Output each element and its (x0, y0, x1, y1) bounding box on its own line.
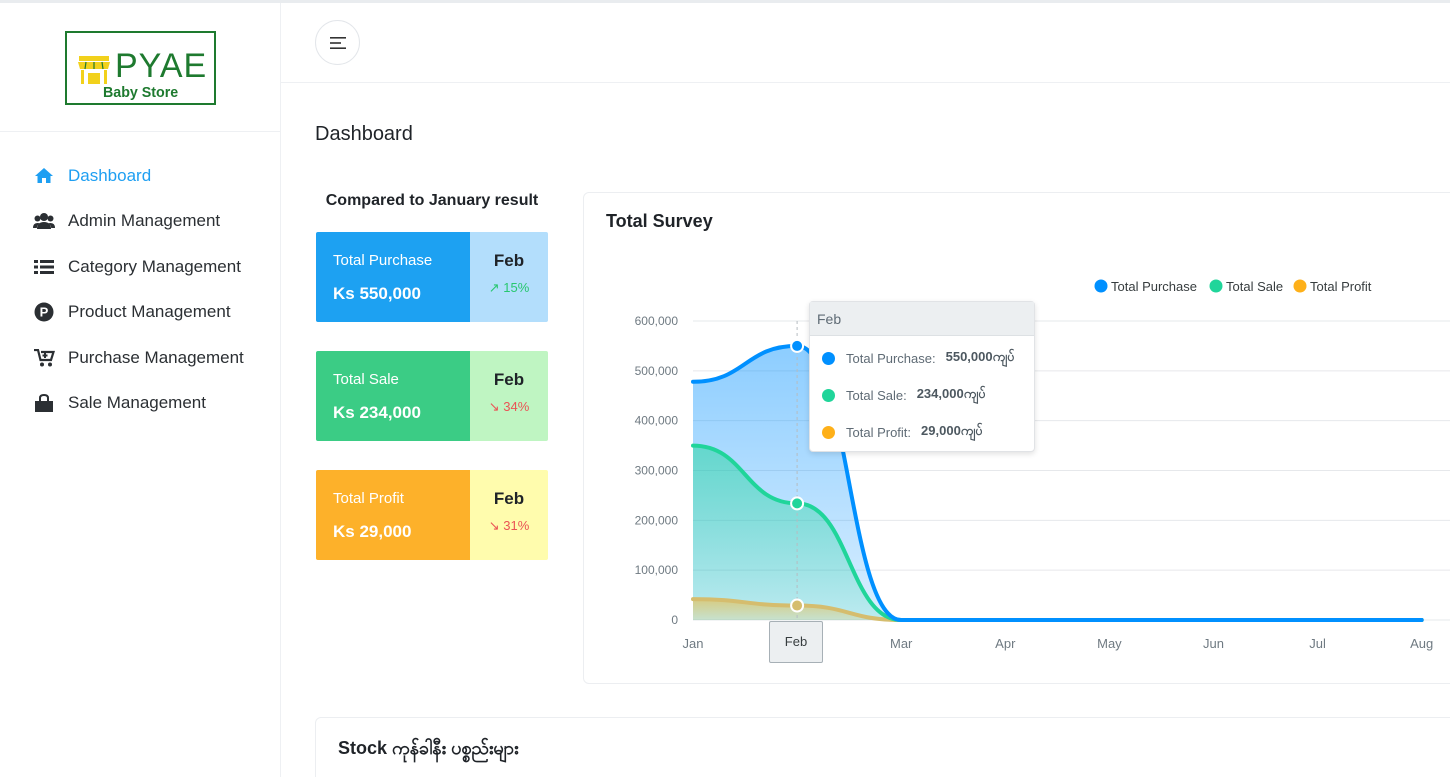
data-point-marker (790, 496, 805, 511)
stat-month: Feb (493, 251, 525, 270)
stat-card-main: Total Profit Ks 29,000 (316, 470, 470, 560)
legend-marker (1293, 279, 1307, 293)
product-p-icon: P (33, 302, 55, 322)
stat-change-value: 15% (503, 280, 530, 295)
arrow-up-right-icon: ↗ (488, 280, 500, 295)
x-tick-label: Apr (995, 636, 1016, 651)
data-point-marker (790, 338, 805, 353)
stat-card-total-purchase[interactable]: Total Purchase Ks 550,000 Feb ↗ 15% (316, 232, 548, 322)
stat-name: Total Purchase (333, 252, 433, 269)
y-tick-label: 200,000 (635, 513, 679, 527)
stat-card-main: Total Purchase Ks 550,000 (316, 232, 470, 322)
tooltip-row: Total Sale: 234,000ကျပ် (822, 386, 985, 404)
x-tick-label: Jan (683, 636, 704, 651)
brand-name: PYAE (115, 47, 208, 85)
stat-value: Ks 29,000 (333, 522, 412, 541)
stat-change-up: ↗ 15% (470, 280, 548, 296)
x-tick-label: Jun (1203, 636, 1224, 651)
legend-label: Total Purchase (1111, 279, 1197, 294)
stat-change-down: ↘ 34% (470, 399, 548, 415)
stat-card-side: Feb ↗ 15% (470, 232, 548, 322)
stat-name: Total Sale (333, 371, 399, 388)
tooltip-label: Total Profit: (846, 424, 912, 440)
arrow-down-right-icon: ↘ (488, 518, 500, 533)
sidebar-item-label: Product Management (68, 302, 231, 322)
stat-change-down: ↘ 31% (470, 518, 548, 534)
stock-low-card: Stock ကုန်ခါနီး ပစ္စည်းများ (315, 717, 1450, 777)
stat-month: Feb (493, 370, 525, 389)
legend-label: Total Sale (1226, 279, 1283, 294)
sidebar-item-label: Dashboard (68, 165, 152, 185)
sidebar-item-product-management[interactable]: P Product Management (0, 290, 280, 336)
stat-month: Feb (493, 489, 525, 508)
y-tick-label: 500,000 (635, 364, 679, 378)
stat-card-total-profit[interactable]: Total Profit Ks 29,000 Feb ↘ 31% (316, 470, 548, 560)
page-title: Dashboard (315, 123, 413, 145)
tooltip-value: 29,000ကျပ် (921, 422, 983, 438)
stat-change-value: 31% (503, 518, 530, 533)
sidebar-item-sale-management[interactable]: Sale Management (0, 381, 280, 427)
sidebar-item-label: Purchase Management (68, 347, 244, 367)
y-tick-label: 600,000 (635, 314, 679, 328)
stat-card-side: Feb ↘ 34% (470, 351, 548, 441)
top-header (281, 3, 1450, 83)
data-point-marker (790, 598, 805, 613)
svg-text:P: P (40, 305, 49, 320)
sidebar-nav: Dashboard Admin Management Category Mana… (0, 153, 280, 426)
sidebar-item-category-management[interactable]: Category Management (0, 244, 280, 290)
list-icon (33, 257, 55, 277)
legend-marker (1094, 279, 1108, 293)
stat-value: Ks 550,000 (333, 284, 421, 303)
tooltip-label: Total Purchase: (846, 350, 936, 366)
y-tick-label: 100,000 (635, 563, 679, 577)
store-icon (78, 56, 110, 84)
x-tick-label: May (1097, 636, 1122, 651)
stock-card-title: Stock ကုန်ခါနီး ပစ္စည်းများ (338, 738, 519, 758)
y-tick-label: 400,000 (635, 414, 679, 428)
sidebar-item-label: Category Management (68, 256, 241, 276)
series-dot-icon (822, 425, 835, 439)
sidebar-item-purchase-management[interactable]: Purchase Management (0, 335, 280, 381)
home-icon (33, 166, 55, 186)
sidebar-item-label: Sale Management (68, 393, 206, 413)
stat-value: Ks 234,000 (333, 403, 421, 422)
sidebar: PYAE Baby Store Dashboard Admin Manageme… (0, 3, 281, 777)
stat-card-side: Feb ↘ 31% (470, 470, 548, 560)
y-tick-label: 0 (671, 613, 678, 627)
tooltip-header: Feb (810, 302, 1034, 336)
tooltip-value: 550,000ကျပ် (945, 348, 1015, 364)
sidebar-item-admin-management[interactable]: Admin Management (0, 199, 280, 245)
shopping-bag-icon (33, 393, 55, 413)
legend-marker (1209, 279, 1223, 293)
brand-logo[interactable]: PYAE Baby Store (65, 31, 216, 105)
cart-icon (33, 348, 55, 368)
stat-card-main: Total Sale Ks 234,000 (316, 351, 470, 441)
arrow-down-right-icon: ↘ (488, 399, 500, 414)
x-axis-crosshair-label: Feb (769, 621, 823, 663)
brand-tagline: Baby Store (103, 84, 179, 101)
series-dot-icon (822, 388, 835, 402)
x-tick-label: Mar (890, 636, 913, 651)
chart-tooltip: Feb Total Purchase: 550,000ကျပ် Total Sa… (809, 301, 1035, 452)
series-dot-icon (822, 351, 835, 365)
stat-card-total-sale[interactable]: Total Sale Ks 234,000 Feb ↘ 34% (316, 351, 548, 441)
tooltip-label: Total Sale: (846, 387, 907, 403)
tooltip-value: 234,000ကျပ် (916, 385, 986, 401)
logo-area: PYAE Baby Store (0, 3, 280, 132)
tooltip-row: Total Purchase: 550,000ကျပ် (822, 349, 1014, 367)
tooltip-row: Total Profit: 29,000ကျပ် (822, 423, 983, 441)
x-tick-label: Aug (1410, 636, 1433, 651)
compare-title: Compared to January result (325, 192, 539, 209)
x-tick-label: Jul (1309, 636, 1326, 651)
stat-change-value: 34% (503, 399, 530, 414)
legend-label: Total Profit (1310, 279, 1372, 294)
sidebar-item-dashboard[interactable]: Dashboard (0, 153, 280, 199)
hamburger-icon (329, 36, 346, 49)
y-tick-label: 300,000 (635, 464, 679, 478)
users-icon (33, 211, 55, 231)
stat-name: Total Profit (333, 490, 404, 507)
menu-toggle-button[interactable] (315, 20, 360, 65)
sidebar-item-label: Admin Management (68, 211, 221, 231)
